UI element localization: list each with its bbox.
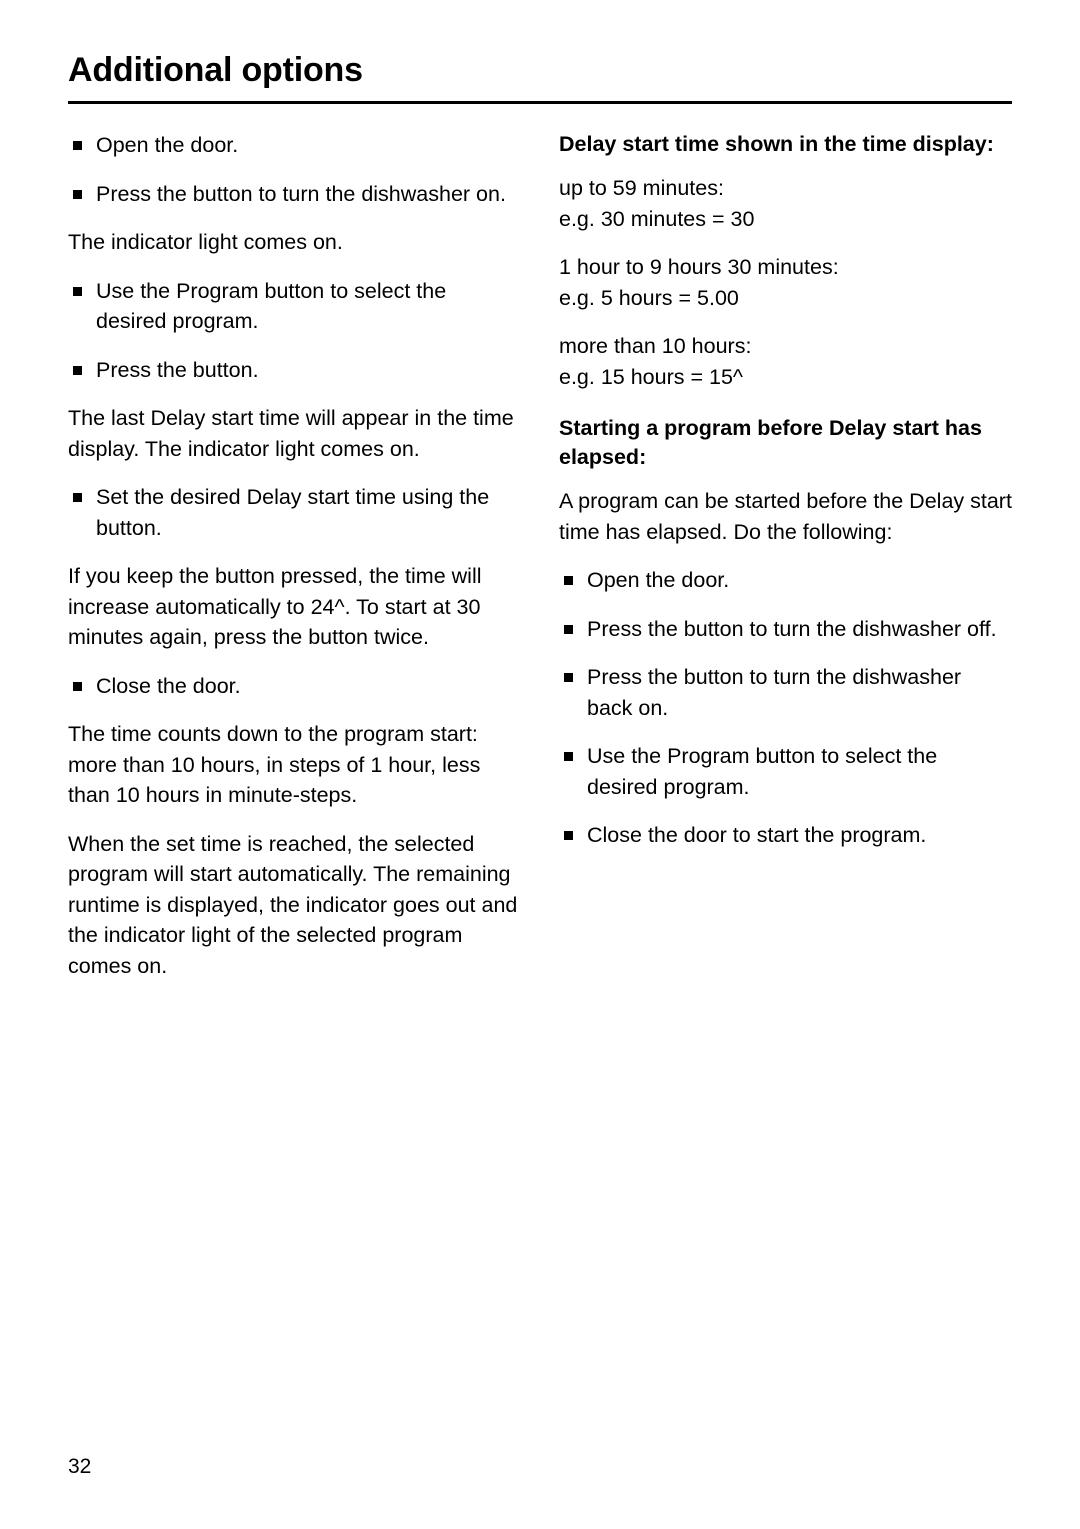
- paragraph: 1 hour to 9 hours 30 minutes: e.g. 5 hou…: [559, 255, 839, 310]
- paragraph: The time counts down to the program star…: [68, 722, 481, 807]
- paragraph: The indicator light comes on.: [68, 230, 343, 254]
- list-item-text: Use the Program button to select the des…: [587, 744, 938, 799]
- list-item: Open the door.: [68, 130, 521, 161]
- square-bullet-icon: [564, 831, 573, 840]
- list-item: Close the door to start the program.: [559, 820, 1012, 851]
- square-bullet-icon: [73, 365, 82, 375]
- square-bullet-icon: [73, 681, 82, 691]
- section-heading: Delay start time shown in the time displ…: [559, 132, 994, 156]
- list-item-text: Close the door to start the program.: [587, 823, 927, 847]
- list-item-text: Open the door.: [96, 133, 239, 157]
- list-item: Press the button to turn the dishwasher …: [68, 179, 521, 210]
- square-bullet-icon: [73, 493, 82, 502]
- list-item-text: Close the door.: [96, 673, 241, 698]
- paragraph: more than 10 hours: e.g. 15 hours = 15^: [559, 334, 752, 389]
- header-divider: [68, 101, 1012, 105]
- paragraph: up to 59 minutes: e.g. 30 minutes = 30: [559, 176, 755, 231]
- page-header: Additional options: [68, 51, 1012, 105]
- square-bullet-icon: [564, 752, 573, 761]
- left-column: Open the door. Press the button to turn …: [68, 130, 521, 999]
- square-bullet-icon: [73, 141, 82, 150]
- list-item: Set the desired Delay start time using t…: [68, 482, 521, 543]
- list-item: Press the button to turn the dishwasher …: [559, 662, 1012, 723]
- list-item: Close the door.: [68, 671, 521, 702]
- page-title: Additional options: [68, 51, 363, 89]
- list-item-text: Set the desired Delay start time using t…: [96, 485, 490, 540]
- square-bullet-icon: [564, 576, 573, 585]
- list-item-text: Press the button to turn the dishwasher …: [96, 181, 506, 206]
- list-item: Press the button.: [68, 355, 521, 386]
- list-item: Press the button to turn the dishwasher …: [559, 614, 1012, 645]
- document-page: Additional options Open the door. Press …: [0, 0, 1080, 1529]
- page-number: 32: [68, 1455, 92, 1478]
- list-item-text: Open the door.: [587, 568, 730, 592]
- square-bullet-icon: [564, 673, 573, 682]
- square-bullet-icon: [73, 189, 82, 199]
- list-item-text: Press the button.: [96, 357, 259, 382]
- paragraph: A program can be started before the Dela…: [559, 489, 1012, 544]
- list-item-text: Use the Program button to select the des…: [96, 278, 447, 334]
- paragraph: When the set time is reached, the select…: [68, 831, 518, 978]
- two-column-body: Open the door. Press the button to turn …: [68, 130, 1012, 999]
- list-item-text: Press the button to turn the dishwasher …: [587, 665, 962, 720]
- list-item: Open the door.: [559, 565, 1012, 596]
- square-bullet-icon: [73, 286, 82, 296]
- paragraph: The last Delay start time will appear in…: [68, 406, 514, 461]
- list-item: Use the Program button to select the des…: [559, 741, 1012, 802]
- list-item-text: Press the button to turn the dishwasher …: [587, 616, 997, 641]
- right-column: Delay start time shown in the time displ…: [559, 130, 1012, 999]
- square-bullet-icon: [564, 624, 573, 634]
- paragraph: If you keep the button pressed, the time…: [68, 564, 482, 649]
- list-item: Use the Program button to select the des…: [68, 276, 521, 337]
- section-heading: Starting a program before Delay start ha…: [559, 416, 982, 469]
